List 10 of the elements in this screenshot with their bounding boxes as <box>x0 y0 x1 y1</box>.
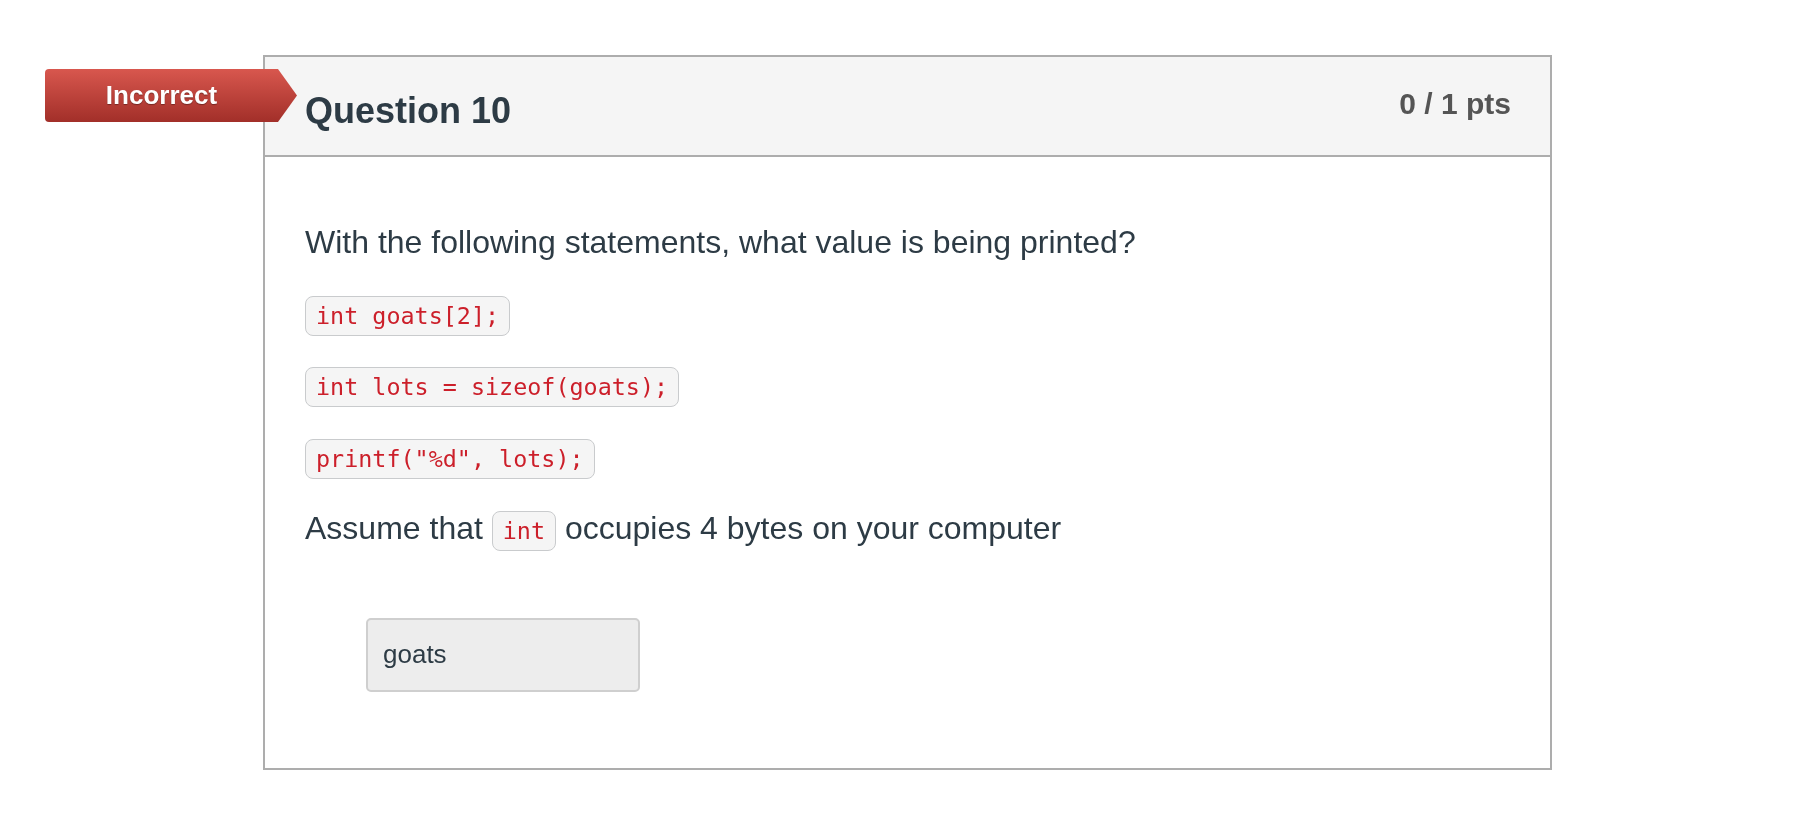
code-snippet: printf("%d", lots); <box>305 438 595 479</box>
code-snippet: int lots = sizeof(goats); <box>305 367 680 408</box>
question-text: Assume that <box>305 509 483 546</box>
result-badge: Incorrect <box>45 69 297 122</box>
code-snippet: int goats[2]; <box>305 295 511 336</box>
question-title: Question 10 <box>305 93 512 129</box>
question-text: With the following statements, what value is being printed? <box>305 223 1137 262</box>
question-text: occupies 4 bytes on your computer <box>564 509 1062 546</box>
inline-code: int <box>491 510 556 551</box>
points-label: 0 / 1 pts <box>1399 89 1511 119</box>
